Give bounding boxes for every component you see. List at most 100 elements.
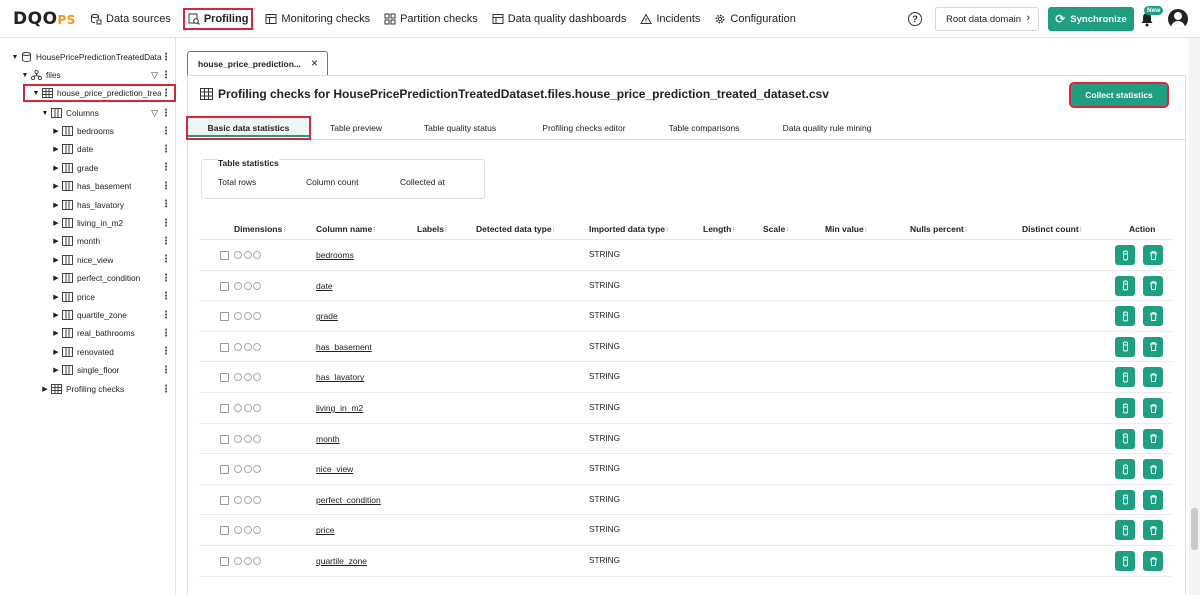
filter-icon[interactable]: ▽ bbox=[151, 70, 158, 81]
header-length[interactable]: Length⁝ bbox=[703, 224, 735, 234]
tree-profiling-checks[interactable]: ▶ Profiling checks ⋮ bbox=[0, 380, 176, 398]
tree-columns[interactable]: ▼ Columns ▽ ⋮ bbox=[0, 104, 176, 122]
row-checkbox[interactable] bbox=[220, 434, 229, 444]
edit-column-button[interactable] bbox=[1115, 398, 1135, 418]
scrollbar-thumb[interactable] bbox=[1191, 508, 1198, 550]
header-dimensions[interactable]: Dimensions⁝ bbox=[234, 224, 285, 234]
tree-column-item[interactable]: ▶ quartile_zone ⋮ bbox=[0, 306, 176, 324]
nav-monitoring-checks[interactable]: Monitoring checks bbox=[263, 8, 372, 30]
row-checkbox[interactable] bbox=[220, 312, 229, 322]
edit-column-button[interactable] bbox=[1115, 428, 1135, 449]
data-domain-selector[interactable]: Root data domain › bbox=[935, 7, 1039, 31]
edit-column-button[interactable] bbox=[1115, 336, 1135, 357]
page-scrollbar[interactable] bbox=[1189, 38, 1200, 595]
tab-basic-data-statistics[interactable]: Basic data statistics bbox=[186, 116, 311, 140]
delete-column-button[interactable] bbox=[1143, 336, 1163, 357]
more-options-icon[interactable]: ⋮ bbox=[161, 199, 171, 210]
caret-right-icon[interactable]: ▶ bbox=[52, 182, 60, 190]
tab-table-preview[interactable]: Table preview bbox=[316, 116, 396, 140]
more-options-icon[interactable]: ⋮ bbox=[161, 70, 171, 81]
row-checkbox[interactable] bbox=[220, 526, 229, 536]
tab-table-comparisons[interactable]: Table comparisons bbox=[656, 116, 752, 140]
column-name-link[interactable]: month bbox=[316, 434, 340, 444]
tree-column-item[interactable]: ▶ price ⋮ bbox=[0, 288, 176, 306]
tree-column-item[interactable]: ▶ real_bathrooms ⋮ bbox=[0, 324, 176, 342]
filter-icon[interactable]: ▽ bbox=[151, 108, 158, 119]
more-options-icon[interactable]: ⋮ bbox=[161, 384, 171, 395]
tree-schema[interactable]: ▼ files ▽ ⋮ bbox=[0, 66, 176, 84]
more-options-icon[interactable]: ⋮ bbox=[161, 126, 171, 137]
synchronize-button[interactable]: ⟳ Synchronize bbox=[1048, 7, 1134, 31]
tree-column-item[interactable]: ▶ perfect_condition ⋮ bbox=[0, 269, 176, 287]
edit-column-button[interactable] bbox=[1115, 551, 1135, 571]
delete-column-button[interactable] bbox=[1143, 245, 1163, 265]
tree-column-item[interactable]: ▶ renovated ⋮ bbox=[0, 343, 176, 361]
more-options-icon[interactable]: ⋮ bbox=[161, 162, 171, 173]
help-icon[interactable]: ? bbox=[908, 12, 922, 26]
column-name-link[interactable]: has_basement bbox=[316, 342, 372, 352]
tree-column-item[interactable]: ▶ single_floor ⋮ bbox=[0, 361, 176, 379]
delete-column-button[interactable] bbox=[1143, 459, 1163, 480]
header-nulls-percent[interactable]: Nulls percent⁝ bbox=[910, 224, 967, 234]
more-options-icon[interactable]: ⋮ bbox=[161, 254, 171, 265]
edit-column-button[interactable] bbox=[1115, 459, 1135, 480]
more-options-icon[interactable]: ⋮ bbox=[161, 291, 171, 302]
edit-column-button[interactable] bbox=[1115, 245, 1135, 265]
caret-right-icon[interactable]: ▶ bbox=[41, 385, 49, 393]
row-checkbox[interactable] bbox=[220, 495, 229, 505]
header-scale[interactable]: Scale⁝ bbox=[763, 224, 788, 234]
more-options-icon[interactable]: ⋮ bbox=[161, 181, 171, 192]
more-options-icon[interactable]: ⋮ bbox=[161, 328, 171, 339]
tree-column-item[interactable]: ▶ date ⋮ bbox=[0, 140, 176, 158]
collect-statistics-button[interactable]: Collect statistics bbox=[1069, 82, 1169, 108]
more-options-icon[interactable]: ⋮ bbox=[161, 236, 171, 247]
caret-down-icon[interactable]: ▼ bbox=[21, 72, 29, 79]
caret-right-icon[interactable]: ▶ bbox=[52, 329, 60, 337]
row-checkbox[interactable] bbox=[220, 465, 229, 475]
column-name-link[interactable]: price bbox=[316, 525, 334, 535]
row-checkbox[interactable] bbox=[220, 557, 229, 566]
edit-column-button[interactable] bbox=[1115, 367, 1135, 388]
nav-data-sources[interactable]: Data sources bbox=[88, 8, 173, 30]
column-name-link[interactable]: date bbox=[316, 281, 333, 291]
delete-column-button[interactable] bbox=[1143, 398, 1163, 418]
edit-column-button[interactable] bbox=[1115, 489, 1135, 510]
column-name-link[interactable]: grade bbox=[316, 311, 338, 321]
header-min-value[interactable]: Min value⁝ bbox=[825, 224, 867, 234]
nav-configuration[interactable]: Configuration bbox=[712, 8, 797, 30]
row-checkbox[interactable] bbox=[220, 342, 229, 352]
nav-profiling[interactable]: Profiling bbox=[182, 8, 254, 30]
user-avatar-icon[interactable] bbox=[1168, 9, 1188, 29]
header-distinct-count[interactable]: Distinct count⁝ bbox=[1022, 224, 1082, 234]
more-options-icon[interactable]: ⋮ bbox=[161, 346, 171, 357]
caret-right-icon[interactable]: ▶ bbox=[52, 201, 60, 209]
caret-right-icon[interactable]: ▶ bbox=[52, 164, 60, 172]
header-imported-data-type[interactable]: Imported data type⁝ bbox=[589, 224, 668, 234]
tree-column-item[interactable]: ▶ nice_view ⋮ bbox=[0, 251, 176, 269]
caret-down-icon[interactable]: ▼ bbox=[41, 110, 49, 117]
tree-column-item[interactable]: ▶ has_basement ⋮ bbox=[0, 177, 176, 195]
delete-column-button[interactable] bbox=[1143, 428, 1163, 449]
more-options-icon[interactable]: ⋮ bbox=[161, 88, 171, 99]
caret-right-icon[interactable]: ▶ bbox=[52, 256, 60, 264]
more-options-icon[interactable]: ⋮ bbox=[161, 108, 171, 119]
header-column-name[interactable]: Column name⁝ bbox=[316, 224, 375, 234]
tree-column-item[interactable]: ▶ bedrooms ⋮ bbox=[0, 122, 176, 140]
caret-right-icon[interactable]: ▶ bbox=[52, 127, 60, 135]
dqops-logo[interactable]: DQOPS bbox=[13, 9, 76, 29]
delete-column-button[interactable] bbox=[1143, 367, 1163, 388]
tab-data-quality-rule-mining[interactable]: Data quality rule mining bbox=[772, 116, 882, 140]
nav-partition-checks[interactable]: Partition checks bbox=[382, 8, 480, 30]
more-options-icon[interactable]: ⋮ bbox=[161, 144, 171, 155]
delete-column-button[interactable] bbox=[1143, 489, 1163, 510]
caret-right-icon[interactable]: ▶ bbox=[52, 311, 60, 319]
close-icon[interactable]: × bbox=[311, 56, 318, 70]
column-name-link[interactable]: perfect_condition bbox=[316, 495, 381, 505]
caret-down-icon[interactable]: ▼ bbox=[11, 54, 19, 61]
header-labels[interactable]: Labels⁝ bbox=[417, 224, 447, 234]
tree-table-selected[interactable]: ▼ house_price_prediction_treat ⋮ bbox=[23, 84, 176, 102]
row-checkbox[interactable] bbox=[220, 251, 229, 260]
column-name-link[interactable]: has_lavatory bbox=[316, 372, 364, 382]
tree-column-item[interactable]: ▶ month ⋮ bbox=[0, 232, 176, 250]
tab-profiling-checks-editor[interactable]: Profiling checks editor bbox=[528, 116, 640, 140]
